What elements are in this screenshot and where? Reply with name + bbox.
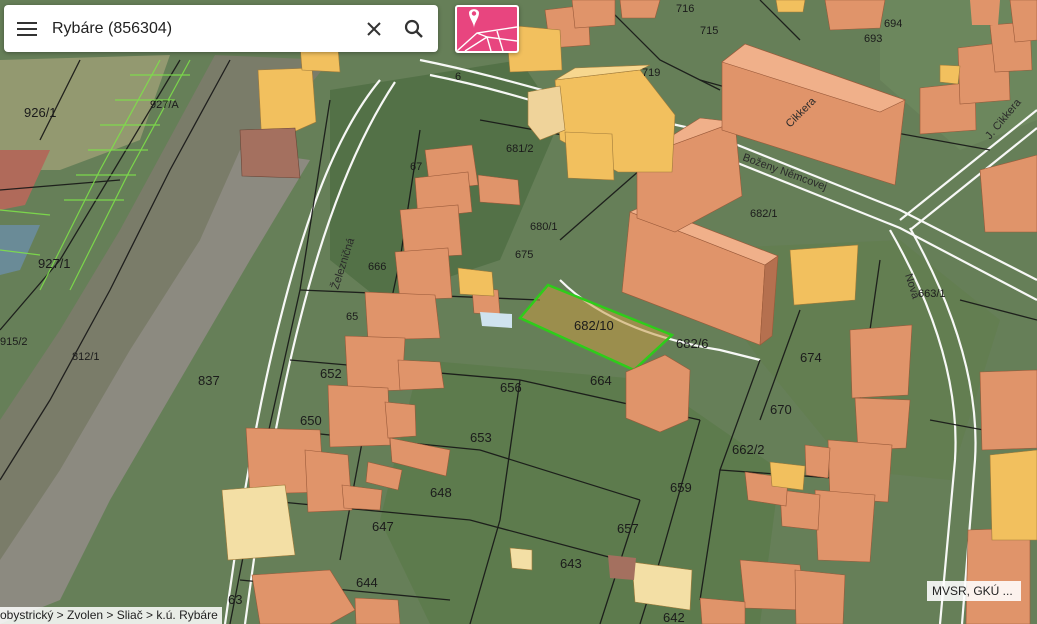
parcel-label: 682/6 — [676, 336, 709, 351]
clear-button[interactable] — [354, 5, 394, 52]
search-icon — [404, 19, 423, 38]
parcel-label: 694 — [884, 18, 902, 30]
menu-button[interactable] — [4, 5, 50, 52]
parcel-label: 719 — [642, 67, 660, 79]
parcel-label: 643 — [560, 556, 582, 571]
parcel-label: 653 — [470, 430, 492, 445]
parcel-label: 652 — [320, 366, 342, 381]
parcel-label: 650 — [300, 413, 322, 428]
search-input[interactable]: Rybáre (856304) — [50, 20, 354, 38]
menu-icon — [17, 21, 37, 36]
parcel-label: 680/1 — [530, 221, 558, 233]
parcel-label: 67 — [410, 161, 422, 173]
breadcrumb: obystrický > Zvolen > Sliač > k.ú. Rybár… — [0, 607, 222, 624]
parcel-label: 682/10 — [574, 318, 614, 333]
parcel-label: 926/1 — [24, 105, 57, 120]
parcel-label: 647 — [372, 519, 394, 534]
parcel-label: 6 — [455, 71, 461, 83]
parcel-label: 666 — [368, 261, 386, 273]
map-canvas[interactable]: 926/1 927/A 927/1 915/2 812/1 837 716 71… — [0, 0, 1037, 624]
attribution-badge[interactable]: MVSR, GKÚ ... — [927, 581, 1021, 601]
parcel-label: 656 — [500, 380, 522, 395]
parcel-label: 675 — [515, 249, 533, 261]
parcel-label: 662/2 — [732, 442, 765, 457]
parcel-label: 642 — [663, 610, 685, 624]
parcel-label: 659 — [670, 480, 692, 495]
parcel-label: 715 — [700, 25, 718, 37]
parcel-label: 663/1 — [918, 288, 946, 300]
parcel-label: 63 — [228, 592, 242, 607]
parcel-label: 693 — [864, 33, 882, 45]
parcel-label: 812/1 — [72, 351, 100, 363]
parcel-label: 65 — [346, 311, 358, 323]
parcel-label: 664 — [590, 373, 612, 388]
parcel-label: 927/A — [150, 99, 179, 111]
parcel-label: 681/2 — [506, 143, 534, 155]
cadastre-layer-icon — [457, 9, 517, 51]
parcel-label: 716 — [676, 3, 694, 15]
parcel-label: 837 — [198, 373, 220, 388]
parcel-label: 915/2 — [0, 336, 28, 348]
parcel-label: 648 — [430, 485, 452, 500]
search-button[interactable] — [394, 5, 434, 52]
close-icon — [367, 21, 381, 36]
parcel-label: 644 — [356, 575, 378, 590]
search-box[interactable]: Rybáre (856304) — [4, 5, 438, 52]
parcel-label: 657 — [617, 521, 639, 536]
layer-button[interactable] — [455, 5, 519, 53]
parcel-label: 927/1 — [38, 256, 71, 271]
parcel-label: 682/1 — [750, 208, 778, 220]
parcel-label: 674 — [800, 350, 822, 365]
parcel-label: 670 — [770, 402, 792, 417]
